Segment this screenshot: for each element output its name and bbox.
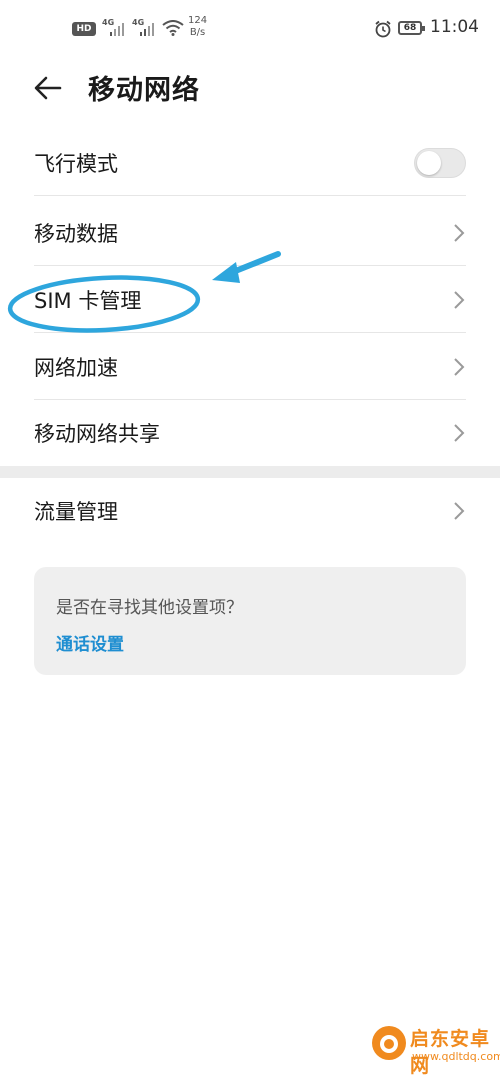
setting-sim-management[interactable]: SIM 卡管理 — [34, 267, 466, 333]
airplane-mode-toggle[interactable] — [414, 147, 466, 178]
setting-label: 移动网络共享 — [34, 422, 160, 446]
hd-icon: HD — [72, 22, 96, 36]
setting-label: 网络加速 — [34, 355, 118, 380]
alarm-icon — [375, 20, 391, 38]
setting-label: 流量管理 — [34, 500, 118, 524]
setting-data-usage[interactable]: 流量管理 — [34, 478, 466, 544]
speed-value: 124 — [188, 15, 208, 26]
status-time: 11:04 — [430, 17, 479, 37]
setting-tethering[interactable]: 移动网络共享 — [34, 400, 466, 466]
setting-airplane-mode[interactable]: 飞行模式 — [34, 130, 466, 196]
setting-label: SIM 卡管理 — [34, 288, 142, 313]
battery-icon: 68 — [398, 21, 425, 35]
status-bar: HD 4G 4G 124 B/s 68 11:04 — [0, 0, 500, 48]
suggestion-question: 是否在寻找其他设置项？ — [56, 598, 243, 618]
watermark-logo-icon — [372, 1026, 406, 1060]
watermark: 启东安卓网 www.qdltdq.com — [370, 1018, 500, 1077]
chevron-right-icon — [454, 223, 465, 242]
call-settings-link[interactable]: 通话设置 — [56, 630, 124, 655]
suggestion-card: 是否在寻找其他设置项？ 通话设置 — [34, 567, 466, 675]
wifi-icon — [162, 20, 184, 36]
setting-label: 移动数据 — [34, 221, 118, 246]
chevron-right-icon — [454, 290, 465, 309]
network-speed: 124 B/s — [188, 15, 207, 39]
chevron-right-icon — [454, 357, 465, 376]
speed-unit: B/s — [189, 27, 206, 38]
toggle-knob — [417, 150, 441, 175]
setting-network-acceleration[interactable]: 网络加速 — [34, 334, 466, 400]
setting-label: 飞行模式 — [34, 151, 118, 176]
arrow-left-icon[interactable] — [30, 70, 66, 106]
setting-mobile-data[interactable]: 移动数据 — [34, 200, 466, 266]
chevron-right-icon — [454, 424, 465, 442]
section-divider — [0, 466, 500, 478]
watermark-url: www.qdltdq.com — [412, 1050, 500, 1063]
page-title: 移动网络 — [88, 75, 200, 106]
chevron-right-icon — [454, 502, 465, 520]
